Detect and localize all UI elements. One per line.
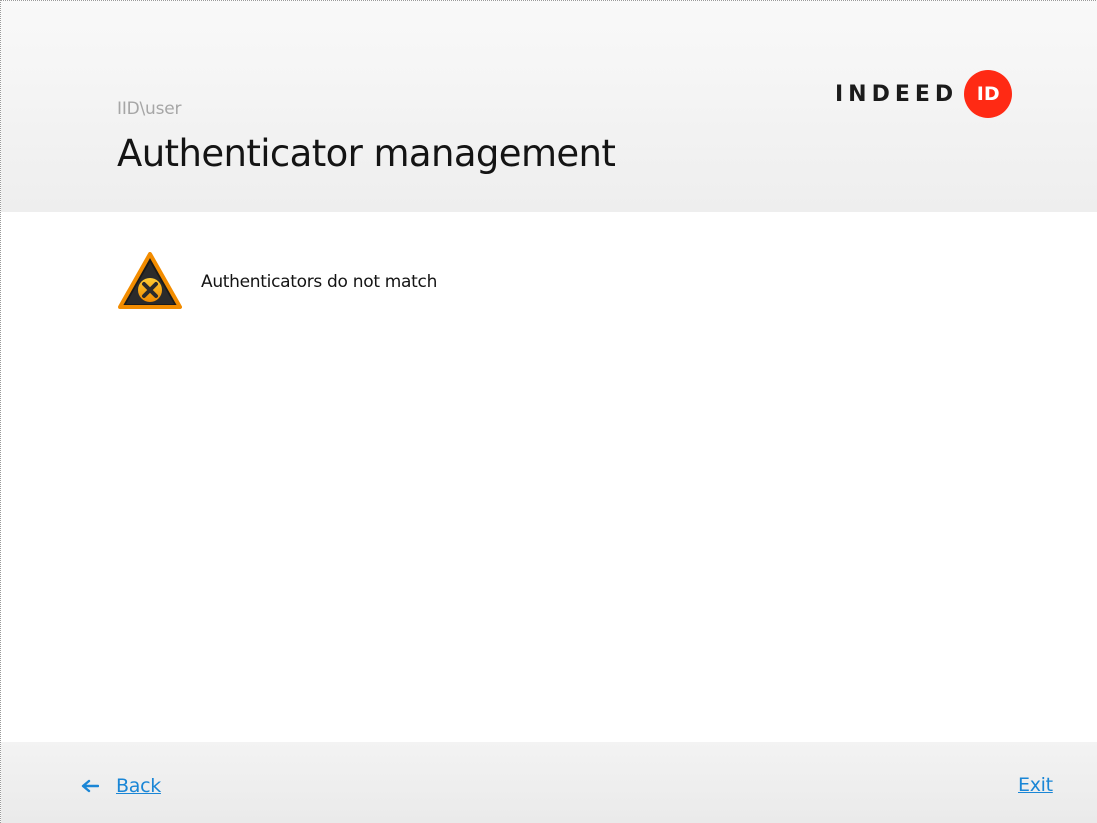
page-title: Authenticator management xyxy=(117,132,616,175)
back-link[interactable]: Back xyxy=(81,775,161,797)
back-link-label[interactable]: Back xyxy=(116,775,161,797)
footer xyxy=(1,742,1097,823)
status-message: Authenticators do not match xyxy=(201,272,438,292)
warning-icon xyxy=(118,252,182,309)
logo-badge: ID xyxy=(964,70,1013,118)
logo-text: INDEED xyxy=(835,81,959,107)
user-label: IID\user xyxy=(117,99,182,119)
arrow-left-icon xyxy=(81,779,99,793)
exit-link[interactable]: Exit xyxy=(1018,774,1053,796)
indeed-id-logo: INDEED ID xyxy=(835,70,1013,118)
